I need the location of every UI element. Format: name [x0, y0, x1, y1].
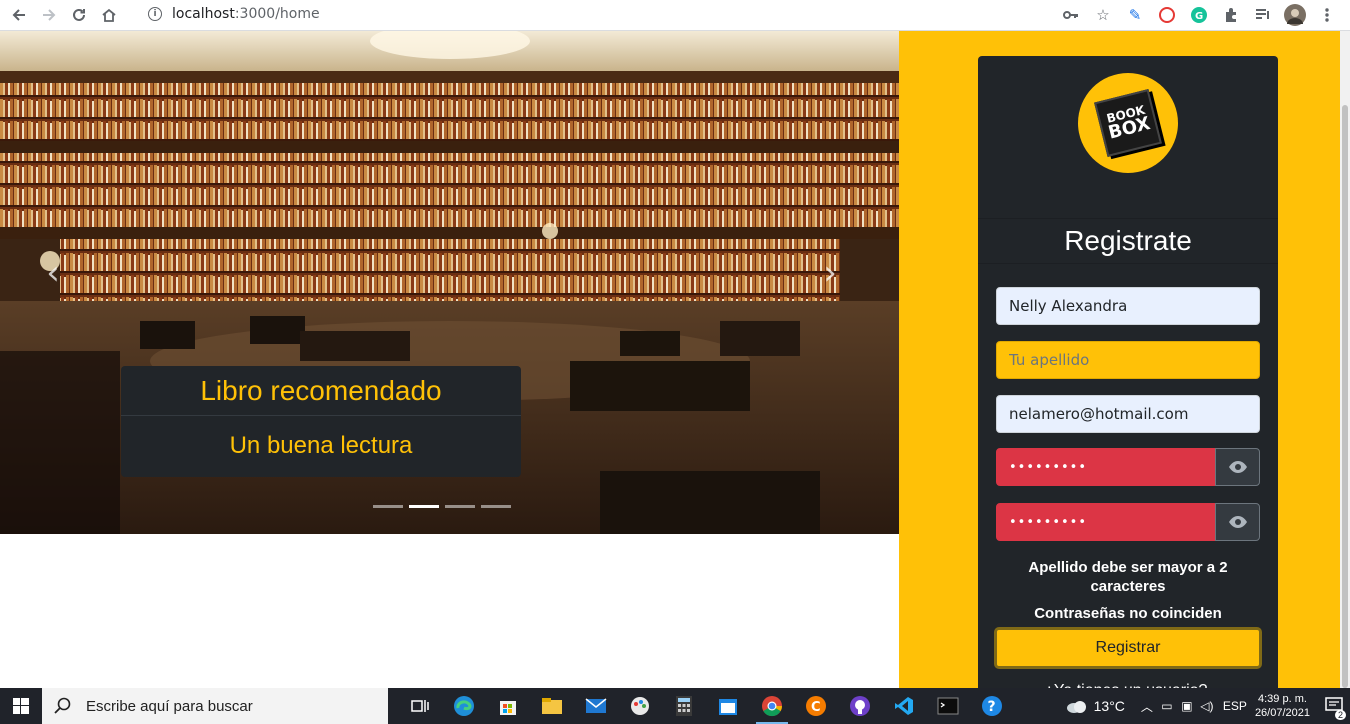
temperature: 13°C	[1093, 698, 1125, 714]
media-icon[interactable]	[1250, 2, 1276, 28]
cloud-icon	[1066, 701, 1086, 713]
carousel-prev-button[interactable]: ‹	[38, 253, 68, 293]
store-icon[interactable]	[486, 688, 530, 724]
svg-text:C: C	[811, 700, 821, 715]
chrome-icon[interactable]	[750, 688, 794, 724]
svg-text:?: ?	[988, 699, 996, 715]
weather-widget[interactable]: 13°C	[1066, 698, 1125, 714]
extension-pen-icon[interactable]: ✎	[1122, 2, 1148, 28]
search-placeholder: Escribe aquí para buscar	[86, 697, 253, 715]
name-input[interactable]	[1009, 297, 1247, 315]
register-card: BOOK BOX Registrate ••••••••• ••••••••• …	[978, 56, 1278, 699]
terminal-icon[interactable]	[926, 688, 970, 724]
url-host: localhost	[172, 6, 235, 22]
form-title: Registrate	[978, 218, 1278, 264]
system-tray: 13°C ︿ ▭ ▣ ◁) ESP 4:39 p. m. 26/07/2021 …	[1066, 688, 1350, 724]
edge-icon[interactable]	[442, 688, 486, 724]
language-indicator[interactable]: ESP	[1223, 699, 1247, 713]
eye-icon	[1228, 516, 1247, 528]
network-icon[interactable]: ▣	[1177, 699, 1197, 713]
task-view-icon[interactable]	[398, 688, 442, 724]
clock-date: 26/07/2021	[1254, 707, 1310, 719]
reload-icon[interactable]	[64, 2, 94, 28]
vscode-icon[interactable]	[882, 688, 926, 724]
url-text: localhost:3000/home	[172, 6, 320, 22]
register-button[interactable]: Registrar	[994, 627, 1262, 669]
email-field[interactable]	[996, 395, 1260, 433]
password-input[interactable]: •••••••••	[996, 448, 1215, 486]
scrollbar[interactable]	[1340, 31, 1350, 688]
mail-icon[interactable]	[574, 688, 618, 724]
show-password-button[interactable]	[1215, 448, 1260, 486]
url-path: :3000/home	[234, 6, 320, 22]
carousel: ‹ › Libro recomendado Un buena lectura	[0, 31, 899, 534]
menu-icon[interactable]	[1314, 2, 1340, 28]
password-error: Contraseñas no coinciden	[1034, 605, 1222, 622]
carousel-indicators	[373, 505, 511, 508]
browser-toolbar: i localhost:3000/home ☆ ✎ G	[0, 0, 1350, 31]
svg-text:G: G	[1195, 11, 1203, 22]
windows-icon	[13, 698, 29, 714]
carousel-next-button[interactable]: ›	[815, 253, 845, 293]
taskbar-search[interactable]: Escribe aquí para buscar	[42, 688, 388, 724]
file-explorer-icon[interactable]	[530, 688, 574, 724]
calendar-icon[interactable]	[706, 688, 750, 724]
tablet-icon[interactable]: ▭	[1157, 699, 1177, 713]
lastname-error: Apellido debe ser mayor a 2 caracteres	[1028, 559, 1228, 595]
c-app-icon[interactable]: C	[794, 688, 838, 724]
search-icon	[54, 697, 71, 714]
logo-mark: BOOK BOX	[1094, 89, 1162, 157]
avatar[interactable]	[1282, 2, 1308, 28]
show-confirm-password-button[interactable]	[1215, 503, 1260, 541]
back-icon[interactable]	[4, 2, 34, 28]
clock[interactable]: 4:39 p. m. 26/07/2021	[1255, 692, 1310, 720]
email-input[interactable]	[1009, 405, 1247, 423]
carousel-indicator[interactable]	[445, 505, 475, 508]
forward-icon[interactable]	[34, 2, 64, 28]
help-icon[interactable]: ?	[970, 688, 1014, 724]
key-icon[interactable]	[1058, 2, 1084, 28]
eye-icon	[1228, 461, 1247, 473]
start-button[interactable]	[0, 688, 42, 724]
volume-icon[interactable]: ◁)	[1197, 699, 1217, 713]
star-icon[interactable]: ☆	[1090, 2, 1116, 28]
clock-time: 4:39 p. m.	[1258, 693, 1307, 705]
bookbox-logo: BOOK BOX	[1078, 73, 1178, 173]
github-icon[interactable]	[838, 688, 882, 724]
lastname-input[interactable]	[1009, 351, 1247, 369]
password-group: •••••••••	[996, 448, 1260, 486]
address-bar[interactable]: i localhost:3000/home	[138, 1, 1138, 27]
puzzle-icon[interactable]	[1218, 2, 1244, 28]
carousel-indicator[interactable]	[481, 505, 511, 508]
carousel-indicator[interactable]	[373, 505, 403, 508]
windows-taskbar: Escribe aquí para buscar C ? 13°C ︿ ▭ ▣ …	[0, 688, 1350, 724]
home-icon[interactable]	[94, 2, 124, 28]
caption-subtitle: Un buena lectura	[229, 432, 413, 459]
chevron-up-icon[interactable]: ︿	[1137, 698, 1157, 715]
carousel-indicator[interactable]	[409, 505, 439, 508]
name-field[interactable]	[996, 287, 1260, 325]
calculator-icon[interactable]	[662, 688, 706, 724]
scrollbar-thumb[interactable]	[1342, 105, 1348, 688]
info-icon[interactable]: i	[148, 7, 162, 21]
confirm-password-group: •••••••••	[996, 503, 1260, 541]
notification-count: 2	[1334, 710, 1346, 720]
confirm-password-input[interactable]: •••••••••	[996, 503, 1215, 541]
carousel-caption: Libro recomendado Un buena lectura	[121, 366, 521, 477]
paint-icon[interactable]	[618, 688, 662, 724]
extension-red-icon[interactable]	[1154, 2, 1180, 28]
lastname-field[interactable]	[996, 341, 1260, 379]
notification-button[interactable]: 2	[1320, 688, 1350, 724]
caption-title: Libro recomendado	[121, 366, 521, 416]
grammarly-icon[interactable]: G	[1186, 2, 1212, 28]
